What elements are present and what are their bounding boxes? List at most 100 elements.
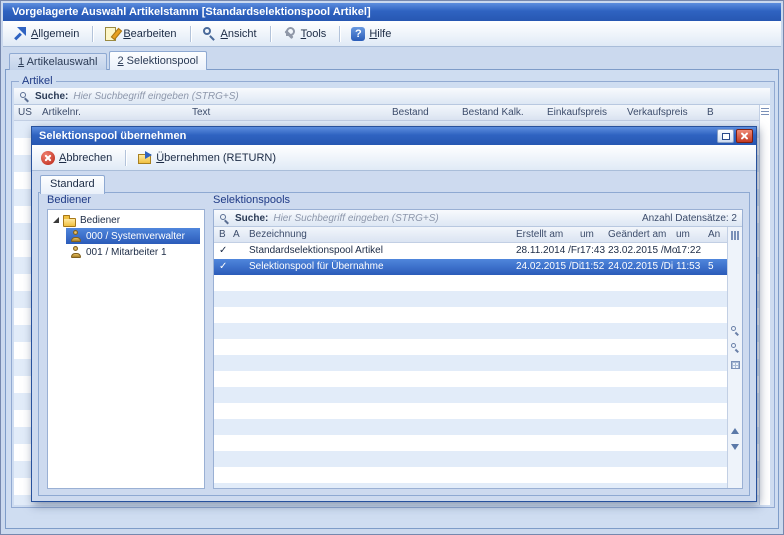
scroll-up-icon[interactable] [731, 428, 739, 434]
tab-selektionspool[interactable]: 2 Selektionspool [109, 51, 208, 70]
cell-erstellt-um: 11:52 [580, 259, 604, 275]
artikel-search-input[interactable] [73, 91, 765, 102]
column-header[interactable]: Bestand Kalk. [462, 105, 524, 121]
tree-root-bediener[interactable]: Bediener [48, 212, 207, 228]
toolbar-separator [92, 26, 94, 42]
tree-expander-icon[interactable] [53, 217, 59, 223]
toolbar-separator [270, 26, 272, 42]
grid-icon[interactable] [730, 359, 741, 370]
uebernehmen-button[interactable]: Übernehmen (RETURN) [132, 148, 284, 168]
selektionspool-dialog: Selektionspool übernehmen Abbrechen Über… [31, 126, 757, 502]
tab-standard[interactable]: Standard [40, 175, 105, 194]
toolbar-separator [339, 26, 341, 42]
checkmark: ✓ [219, 259, 227, 275]
folder-icon [63, 215, 76, 226]
bearbeiten-label: Bearbeiten [123, 28, 176, 40]
cell-anzahl: 5 [708, 259, 714, 275]
cell-geaendert-um: 11:53 [676, 259, 700, 275]
grid-options-icon[interactable] [761, 108, 769, 115]
accept-icon [137, 150, 152, 165]
artikel-table-scrollbar[interactable] [759, 105, 770, 505]
help-icon: ? [351, 27, 365, 41]
search-icon [19, 91, 30, 102]
tab-artikelauswahl[interactable]: 1 Artikelauswahl [9, 53, 107, 70]
column-header[interactable]: US [18, 105, 32, 121]
column-header[interactable]: Bezeichnung [249, 227, 307, 243]
tools-button[interactable]: Tools [277, 24, 335, 44]
bediener-group-label: Bediener [47, 194, 91, 206]
page-tabs: 1 Artikelauswahl 2 Selektionspool [9, 51, 207, 70]
column-header[interactable]: Artikelnr. [42, 105, 81, 121]
cell-geaendert-am: 24.02.2015 /Di [608, 259, 673, 275]
column-header[interactable]: Geändert am [608, 227, 666, 243]
wrench-icon [282, 26, 297, 41]
main-toolbar: Allgemein Bearbeiten Ansicht Tools ? Hil… [3, 21, 781, 47]
ansicht-button[interactable]: Ansicht [197, 24, 265, 44]
column-header[interactable]: Verkaufspreis [627, 105, 688, 121]
column-header[interactable]: Einkaufspreis [547, 105, 607, 121]
cell-erstellt-am: 28.11.2014 /Fr [516, 243, 580, 259]
user-icon [70, 246, 82, 258]
dialog-titlebar: Selektionspool übernehmen [32, 127, 756, 145]
cell-erstellt-um: 17:43 [580, 243, 605, 259]
column-header[interactable]: Text [192, 105, 210, 121]
record-count: Anzahl Datensätze: 2 [642, 213, 737, 224]
zoom-in-icon[interactable] [730, 325, 741, 336]
cell-geaendert-am: 23.02.2015 /Mo [608, 243, 678, 259]
window-titlebar: Vorgelagerte Auswahl Artikelstamm [Stand… [3, 3, 781, 21]
pools-search-input[interactable] [273, 213, 637, 224]
allgemein-button[interactable]: Allgemein [7, 24, 87, 44]
pools-table-rows-empty [214, 275, 727, 488]
abbrechen-label: Abbrechen [59, 152, 112, 164]
pools-table: Suche: Anzahl Datensätze: 2 B A Bezeichn… [213, 209, 743, 489]
pools-search-label: Suche: [235, 213, 268, 224]
allgemein-label: Allgemein [31, 28, 79, 40]
zoom-out-icon[interactable] [730, 342, 741, 353]
table-row-selected[interactable]: ✓ Selektionspool für Übernahme 24.02.201… [214, 259, 727, 275]
toolbar-separator [125, 150, 127, 166]
tree-item-label: 001 / Mitarbeiter 1 [86, 247, 167, 258]
column-header[interactable]: An [708, 227, 720, 243]
column-header[interactable]: B [707, 105, 714, 121]
pools-search-bar[interactable]: Suche: Anzahl Datensätze: 2 [214, 210, 742, 227]
cell-erstellt-am: 24.02.2015 /Di [516, 259, 581, 275]
toolbar-separator [190, 26, 192, 42]
dialog-titlebar-buttons [717, 129, 753, 143]
go-arrow-icon [12, 26, 27, 41]
column-header[interactable]: um [580, 227, 594, 243]
window-title: Vorgelagerte Auswahl Artikelstamm [Stand… [12, 6, 371, 18]
close-icon[interactable] [736, 129, 753, 143]
dialog-panel: Bediener Bediener 000 / Systemverwalter … [38, 192, 750, 496]
pools-group-label: Selektionspools [213, 194, 290, 206]
scroll-down-icon[interactable] [731, 444, 739, 450]
tree-item-mitarbeiter1[interactable]: 001 / Mitarbeiter 1 [48, 244, 224, 260]
abbrechen-button[interactable]: Abbrechen [36, 148, 120, 168]
artikel-search-bar[interactable]: Suche: [14, 88, 770, 105]
app-window: Vorgelagerte Auswahl Artikelstamm [Stand… [0, 0, 784, 535]
uebernehmen-label: Übernehmen (RETURN) [156, 152, 276, 164]
column-header[interactable]: Erstellt am [516, 227, 563, 243]
cell-geaendert-um: 17:22 [676, 243, 701, 259]
column-header[interactable]: um [676, 227, 690, 243]
pools-side-toolbar [727, 227, 742, 488]
column-header[interactable]: Bestand [392, 105, 429, 121]
pools-table-header: B A Bezeichnung Erstellt am um Geändert … [214, 227, 727, 243]
restore-icon[interactable] [717, 129, 734, 143]
bediener-tree: Bediener 000 / Systemverwalter 001 / Mit… [47, 209, 205, 489]
dialog-title: Selektionspool übernehmen [39, 130, 186, 142]
tree-item-label: 000 / Systemverwalter [86, 231, 185, 242]
user-icon [70, 230, 82, 242]
checkmark: ✓ [219, 243, 227, 259]
columns-icon[interactable] [730, 230, 741, 241]
hilfe-button[interactable]: ? Hilfe [346, 24, 399, 44]
search-icon [219, 213, 230, 224]
edit-icon [104, 26, 119, 41]
dialog-toolbar: Abbrechen Übernehmen (RETURN) [32, 145, 756, 171]
cell-bezeichnung: Selektionspool für Übernahme [249, 259, 384, 275]
tree-item-systemverwalter[interactable]: 000 / Systemverwalter [48, 228, 224, 244]
artikel-table-header: US Artikelnr. Text Bestand Bestand Kalk.… [14, 105, 759, 121]
bearbeiten-button[interactable]: Bearbeiten [99, 24, 184, 44]
view-icon [202, 26, 217, 41]
table-row[interactable]: ✓ Standardselektionspool Artikel 28.11.2… [214, 243, 727, 259]
column-header[interactable]: A [233, 227, 240, 243]
